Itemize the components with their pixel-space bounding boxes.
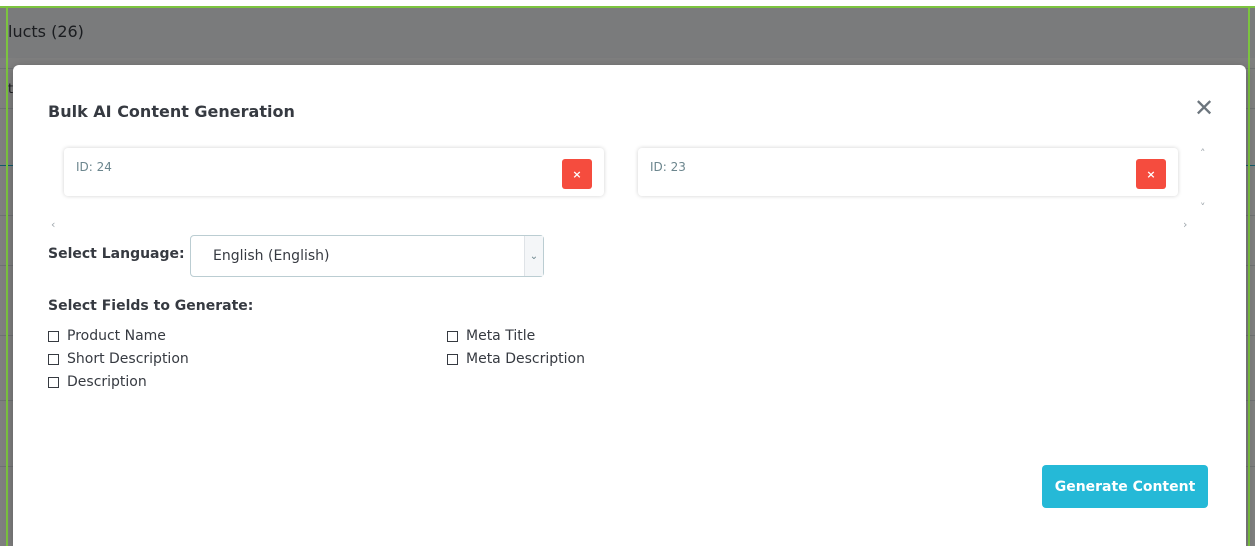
chevron-down-icon: ⌄ <box>524 236 543 276</box>
checkbox[interactable] <box>48 330 59 342</box>
field-short-description[interactable]: Short Description <box>48 351 189 367</box>
fields-label: Select Fields to Generate: <box>48 298 254 314</box>
checkbox[interactable] <box>447 330 458 342</box>
frame-border <box>1248 8 1250 546</box>
field-label: Short Description <box>67 351 189 367</box>
field-label: Product Name <box>67 328 166 344</box>
field-label: Description <box>67 374 147 390</box>
field-label: Meta Description <box>466 351 585 367</box>
frame-border <box>6 8 8 546</box>
checkbox[interactable] <box>48 353 59 365</box>
remove-item-button[interactable]: × <box>562 159 592 189</box>
language-selected-value: English (English) <box>213 248 330 264</box>
selected-item-label: ID: 24 <box>76 160 112 174</box>
scroll-down-icon[interactable]: ˅ <box>1200 201 1206 214</box>
scroll-left-icon[interactable]: ‹ <box>51 218 55 231</box>
scroll-right-icon[interactable]: › <box>1183 218 1187 231</box>
language-select[interactable]: English (English) ⌄ <box>190 235 544 277</box>
modal-title: Bulk AI Content Generation <box>48 102 295 121</box>
field-label: Meta Title <box>466 328 536 344</box>
remove-item-button[interactable]: × <box>1136 159 1166 189</box>
checkbox[interactable] <box>447 353 458 365</box>
bulk-ai-modal: Bulk AI Content Generation ✕ ID: 24 × ID… <box>13 65 1246 546</box>
close-icon[interactable]: ✕ <box>1193 96 1215 120</box>
frame-border <box>0 0 1255 8</box>
field-product-name[interactable]: Product Name <box>48 328 166 344</box>
selected-item-label: ID: 23 <box>650 160 686 174</box>
language-label: Select Language: <box>48 246 185 262</box>
scroll-up-icon[interactable]: ˄ <box>1200 147 1206 160</box>
field-meta-title[interactable]: Meta Title <box>447 328 535 344</box>
field-meta-description[interactable]: Meta Description <box>447 351 585 367</box>
selected-item-card: ID: 24 × <box>64 148 604 196</box>
generate-content-button[interactable]: Generate Content <box>1042 465 1208 508</box>
selected-item-card: ID: 23 × <box>638 148 1178 196</box>
field-description[interactable]: Description <box>48 374 147 390</box>
checkbox[interactable] <box>48 376 59 388</box>
